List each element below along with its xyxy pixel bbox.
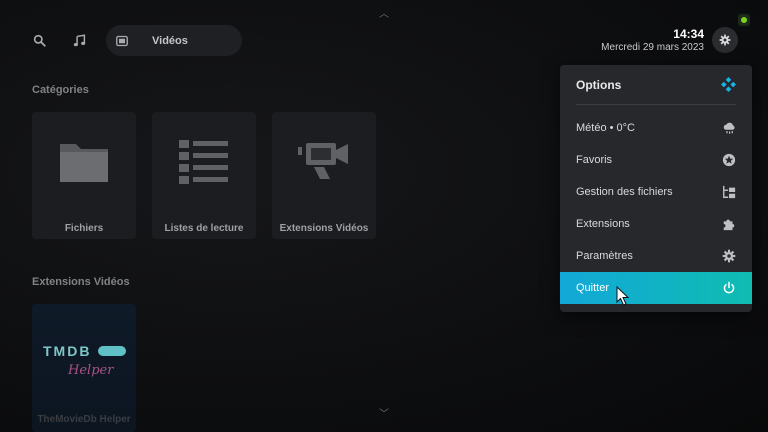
- mouse-cursor-icon: [616, 286, 630, 306]
- tmdb-helper-logo: TMDB Helper: [43, 343, 126, 378]
- tile-video-addons-label: Extensions Vidéos: [279, 223, 369, 234]
- music-note-icon: [73, 34, 86, 47]
- videos-section-button[interactable]: Vidéos: [106, 25, 242, 56]
- menu-item-file-manager-label: Gestion des fichiers: [576, 186, 673, 198]
- menu-item-favourites-label: Favoris: [576, 154, 613, 166]
- tmdb-logo-text: TMDB: [43, 343, 91, 359]
- tile-files-label: Fichiers: [64, 223, 104, 234]
- status-dot-icon: [741, 17, 747, 23]
- menu-item-weather[interactable]: Météo • 0°C: [560, 112, 752, 144]
- folder-icon: [60, 144, 108, 182]
- menu-item-settings[interactable]: Paramètres: [560, 240, 752, 272]
- options-menu-title: Options: [576, 77, 622, 92]
- top-bar: Vidéos: [24, 25, 242, 56]
- menu-item-settings-label: Paramètres: [576, 250, 633, 262]
- file-manager-icon: [723, 185, 736, 199]
- scroll-down-icon[interactable]: ﹀: [378, 410, 390, 420]
- kodi-logo-icon: [721, 77, 736, 92]
- music-button[interactable]: [64, 25, 95, 56]
- clock-time: 14:34: [673, 27, 704, 41]
- menu-item-file-manager[interactable]: Gestion des fichiers: [560, 176, 752, 208]
- video-addons-heading: Extensions Vidéos: [32, 276, 130, 288]
- menu-item-favourites[interactable]: Favoris: [560, 144, 752, 176]
- menu-item-extensions[interactable]: Extensions: [560, 208, 752, 240]
- clock: 14:34 Mercredi 29 mars 2023: [601, 28, 704, 54]
- star-icon: [722, 153, 736, 167]
- tile-playlists-label: Listes de lecture: [164, 223, 244, 234]
- clock-date: Mercredi 29 mars 2023: [601, 42, 704, 53]
- options-menu: Options Météo • 0°C Favoris Gestion des …: [560, 65, 752, 312]
- addon-tmdb-helper-label: TheMovieDb Helper: [37, 414, 131, 425]
- gear-icon: [719, 34, 731, 46]
- menu-item-extensions-label: Extensions: [576, 218, 630, 230]
- camera-icon: [298, 143, 348, 179]
- weather-icon: [723, 122, 735, 134]
- tile-playlists[interactable]: Listes de lecture: [152, 112, 256, 239]
- helper-logo-text: Helper: [67, 363, 114, 378]
- search-icon: [33, 34, 46, 47]
- addon-tmdb-helper[interactable]: TMDB Helper TheMovieDb Helper: [32, 304, 136, 432]
- settings-button[interactable]: [712, 27, 738, 53]
- video-icon: [116, 35, 128, 46]
- menu-item-weather-label: Météo • 0°C: [576, 122, 635, 134]
- search-button[interactable]: [24, 25, 55, 56]
- videos-section-label: Vidéos: [152, 34, 188, 47]
- tile-files[interactable]: Fichiers: [32, 112, 136, 239]
- puzzle-icon: [723, 219, 735, 231]
- options-menu-header: Options: [576, 65, 736, 105]
- scroll-up-icon[interactable]: ︿: [378, 10, 390, 20]
- power-icon: [723, 281, 735, 294]
- status-indicator: [738, 14, 750, 26]
- list-icon: [179, 140, 228, 184]
- menu-item-quit-label: Quitter: [576, 282, 610, 294]
- gear-icon: [722, 249, 736, 263]
- categories-heading: Catégories: [32, 84, 89, 96]
- menu-item-quit[interactable]: Quitter: [560, 272, 752, 304]
- tile-video-addons[interactable]: Extensions Vidéos: [272, 112, 376, 239]
